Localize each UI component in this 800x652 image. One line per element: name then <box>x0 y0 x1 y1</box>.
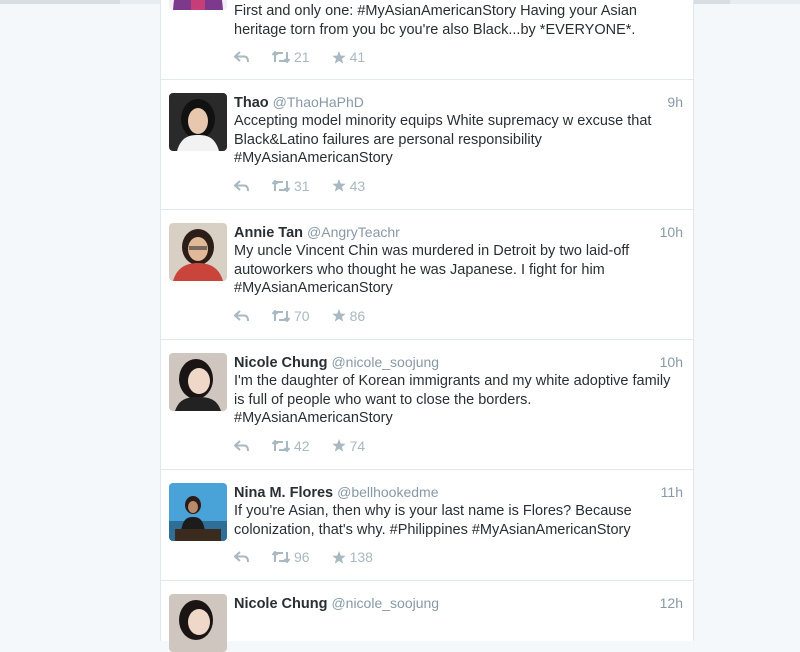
retweet-button[interactable]: 21 <box>272 49 310 65</box>
tweet-item[interactable]: Annie Tan @AngryTeachr 10h My uncle Vince… <box>161 210 693 340</box>
retweet-icon <box>272 309 290 322</box>
avatar-photo <box>169 353 227 411</box>
author-username[interactable]: @nicole_soojung <box>331 354 439 370</box>
tweet-item[interactable]: Nicole Chung @nicole_soojung 12h <box>161 581 693 652</box>
favorite-button[interactable]: 74 <box>331 437 366 454</box>
retweet-count: 31 <box>294 177 310 194</box>
retweet-icon <box>272 439 290 452</box>
avatar-photo <box>169 483 227 541</box>
avatar[interactable] <box>169 0 227 10</box>
tweet-actions: 31 43 <box>234 176 683 196</box>
tweet-text: Accepting model minority equips White su… <box>234 113 652 166</box>
retweet-button[interactable]: 31 <box>272 178 310 194</box>
retweet-icon <box>272 179 290 192</box>
star-icon <box>331 550 346 564</box>
avatar[interactable] <box>169 594 227 652</box>
retweet-button[interactable]: 42 <box>272 438 310 454</box>
avatar[interactable] <box>169 93 227 151</box>
star-icon <box>331 439 346 452</box>
reply-icon <box>234 309 249 321</box>
favorite-count: 86 <box>349 307 366 324</box>
tweet-timestamp[interactable]: 9h <box>667 92 683 112</box>
reply-button[interactable] <box>234 51 250 63</box>
favorite-count: 138 <box>349 549 373 565</box>
tweet-header: Nicole Chung @nicole_soojung 12h <box>234 593 683 613</box>
tweet-item[interactable]: First and only one: #MyAsianAmericanStor… <box>161 0 693 80</box>
retweet-count: 70 <box>294 307 310 324</box>
avatar[interactable] <box>169 223 227 281</box>
tweet-text: If you're Asian, then why is your last n… <box>234 503 632 538</box>
author-name[interactable]: Thao <box>234 95 269 111</box>
reply-button[interactable] <box>234 309 250 322</box>
tweet-text: First and only one: #MyAsianAmericanStor… <box>234 3 637 38</box>
tweet-actions: 70 86 <box>234 306 683 326</box>
tweet-text: My uncle Vincent Chin was murdered in De… <box>234 243 630 296</box>
star-icon <box>331 50 346 64</box>
author-name[interactable]: Nina M. Flores <box>234 485 333 501</box>
retweet-icon <box>272 51 290 63</box>
tweet-timestamp[interactable]: 10h <box>660 352 683 372</box>
avatar-photo <box>169 594 227 652</box>
retweet-count: 42 <box>294 437 310 454</box>
favorite-count: 43 <box>349 177 366 194</box>
tweet-header: Annie Tan @AngryTeachr 10h <box>234 222 683 242</box>
author-name[interactable]: Annie Tan <box>234 225 303 241</box>
retweet-icon <box>272 551 290 563</box>
reply-icon <box>234 551 249 563</box>
author-name[interactable]: Nicole Chung <box>234 596 327 612</box>
avatar-illustration <box>169 0 227 10</box>
tweet-item[interactable]: Nicole Chung @nicole_soojung 10h I'm the … <box>161 340 693 470</box>
tweet-header: Nicole Chung @nicole_soojung 10h <box>234 352 683 372</box>
retweet-count: 96 <box>294 549 310 565</box>
author-username[interactable]: @nicole_soojung <box>331 595 439 611</box>
reply-icon <box>234 51 249 63</box>
avatar[interactable] <box>169 353 227 411</box>
tweet-actions: 42 74 <box>234 436 683 456</box>
author-username[interactable]: @ThaoHaPhD <box>273 94 364 110</box>
avatar-photo <box>169 223 227 281</box>
favorite-count: 74 <box>349 437 366 454</box>
star-icon <box>331 309 346 322</box>
tweet-timestamp[interactable]: 11h <box>661 482 683 502</box>
avatar-photo <box>169 93 227 151</box>
tweet-text: I'm the daughter of Korean immigrants an… <box>234 373 671 426</box>
reply-button[interactable] <box>234 439 250 452</box>
favorite-count: 41 <box>349 49 366 65</box>
favorite-button[interactable]: 138 <box>331 549 373 565</box>
reply-button[interactable] <box>234 179 250 192</box>
author-username[interactable]: @AngryTeachr <box>307 224 400 240</box>
tweet-stream: First and only one: #MyAsianAmericanStor… <box>160 0 694 652</box>
author-name[interactable]: Nicole Chung <box>234 355 327 371</box>
tweet-actions: 21 41 <box>234 47 683 67</box>
retweet-count: 21 <box>294 49 310 65</box>
tweet-actions: 96 138 <box>234 547 683 567</box>
tweet-item[interactable]: Thao @ThaoHaPhD 9h Accepting model minori… <box>161 80 693 210</box>
avatar[interactable] <box>169 483 227 541</box>
tweet-timestamp[interactable]: 10h <box>660 222 683 242</box>
star-icon <box>331 179 346 192</box>
tweet-header: Nina M. Flores @bellhookedme 11h <box>234 482 683 502</box>
reply-icon <box>234 179 249 191</box>
tweet-timestamp[interactable]: 12h <box>660 593 683 613</box>
favorite-button[interactable]: 86 <box>331 307 366 324</box>
tweet-header: Thao @ThaoHaPhD 9h <box>234 92 683 112</box>
reply-icon <box>234 439 249 451</box>
author-username[interactable]: @bellhookedme <box>337 484 438 500</box>
tweet-item[interactable]: Nina M. Flores @bellhookedme 11h If you'r… <box>161 470 693 581</box>
retweet-button[interactable]: 96 <box>272 549 310 565</box>
favorite-button[interactable]: 43 <box>331 177 366 194</box>
reply-button[interactable] <box>234 551 250 563</box>
favorite-button[interactable]: 41 <box>331 49 366 65</box>
retweet-button[interactable]: 70 <box>272 308 310 324</box>
